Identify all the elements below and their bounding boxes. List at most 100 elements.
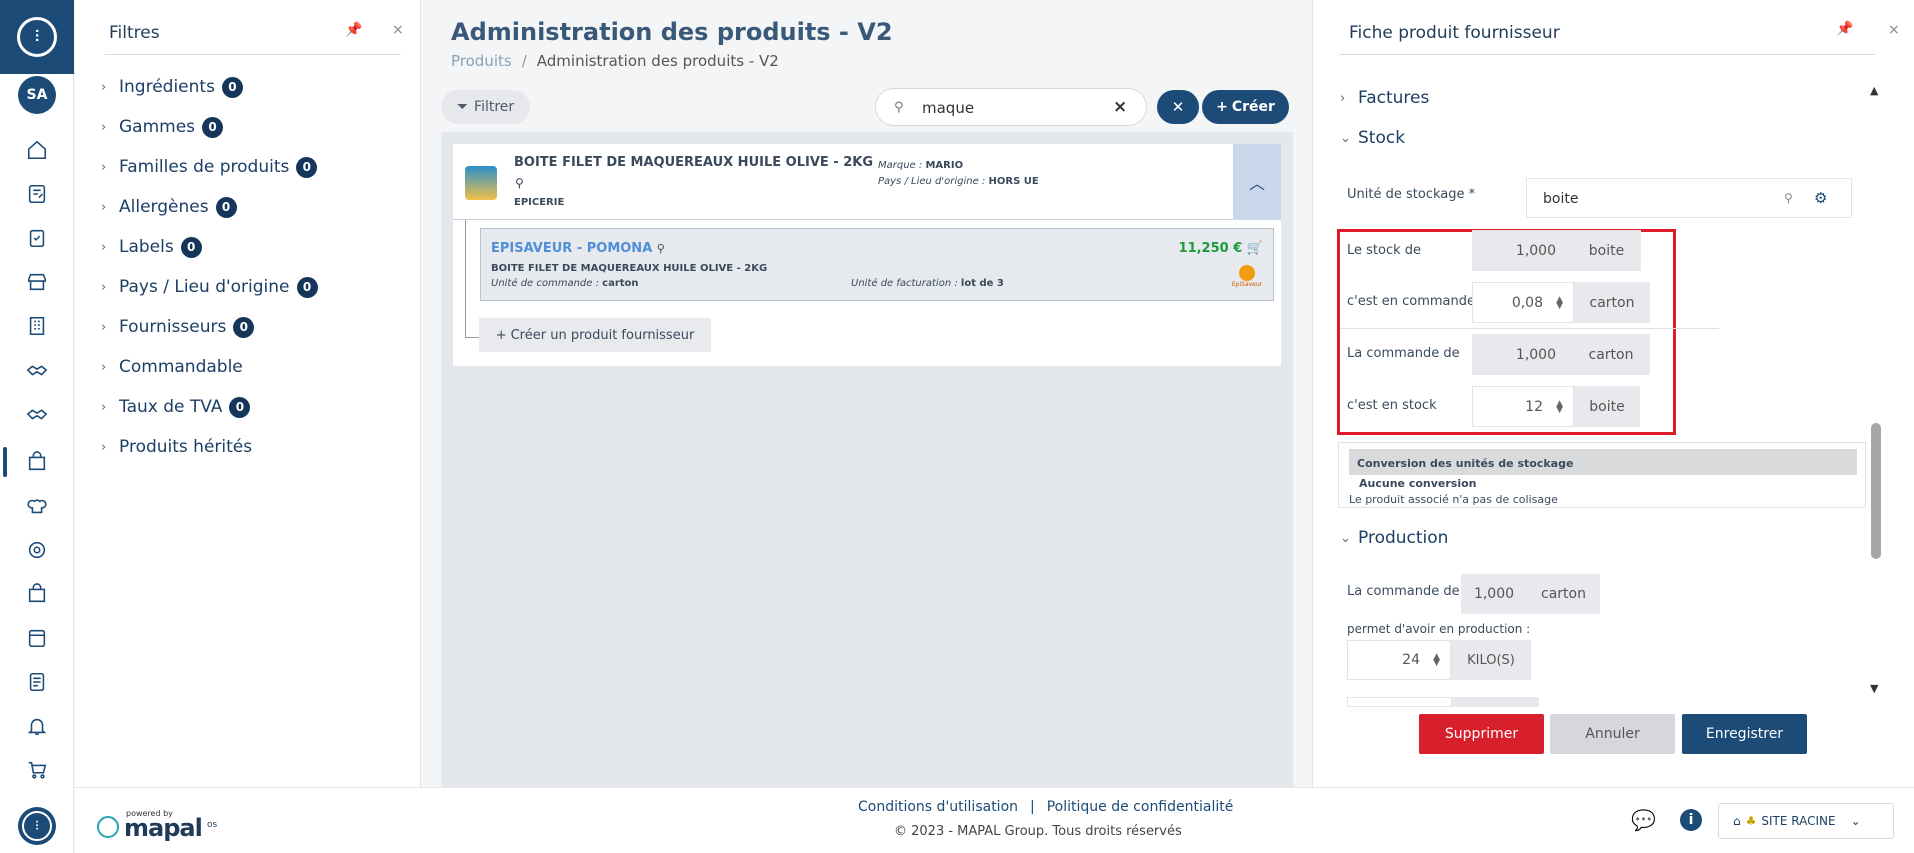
create-supplier-product-button[interactable]: + Créer un produit fournisseur	[479, 318, 711, 352]
scrollbar-thumb[interactable]	[1871, 423, 1881, 559]
filter-item-gammes[interactable]: › Gammes 0	[101, 113, 224, 141]
clipboard-check-icon[interactable]	[23, 224, 51, 252]
bell-icon[interactable]	[23, 712, 51, 740]
close-icon[interactable]: ×	[1888, 22, 1900, 38]
conversion-none: Aucune conversion	[1359, 477, 1477, 490]
filter-item-origin[interactable]: › Pays / Lieu d'origine 0	[101, 273, 318, 301]
footer-links: Conditions d'utilisation | Politique de co…	[858, 799, 1233, 815]
filter-item-ingredients[interactable]: › Ingrédients 0	[101, 73, 243, 101]
chat-icon[interactable]: 💬	[1631, 808, 1656, 832]
store-icon[interactable]	[23, 268, 51, 296]
storage-unit-field[interactable]: boite ⚲ ⚙	[1526, 178, 1852, 218]
delete-button[interactable]: Supprimer	[1419, 714, 1544, 754]
privacy-link[interactable]: Politique de confidentialité	[1047, 799, 1234, 815]
count-badge: 0	[233, 316, 255, 338]
filter-label: Fournisseurs	[119, 317, 227, 337]
conversion-description: Le produit associé n'a pas de colisage	[1349, 493, 1558, 506]
building-icon[interactable]	[23, 312, 51, 340]
scroll-down-arrow[interactable]: ▼	[1870, 682, 1878, 695]
filter-item-labels[interactable]: › Labels 0	[101, 233, 202, 261]
chevron-right-icon: ›	[101, 199, 107, 215]
pin-icon[interactable]: 📌	[345, 22, 362, 38]
stock-row-label: La commande de	[1347, 346, 1460, 361]
footer-separator: |	[1030, 799, 1035, 815]
section-stock[interactable]: ⌄ Stock	[1340, 128, 1405, 148]
spinner-icon[interactable]: ▲ ▼	[1556, 295, 1563, 310]
shopping-bag-icon[interactable]	[23, 448, 51, 476]
conversion-box: Conversion des unités de stockage Aucune…	[1338, 442, 1866, 508]
filter-item-orderable[interactable]: › Commandable	[101, 353, 243, 381]
report-icon[interactable]	[23, 668, 51, 696]
divider	[1340, 328, 1719, 329]
info-icon[interactable]: i	[1680, 809, 1702, 831]
breadcrumb-link-products[interactable]: Produits	[451, 52, 512, 70]
section-invoices[interactable]: › Factures	[1340, 88, 1429, 108]
filter-item-vat[interactable]: › Taux de TVA 0	[101, 393, 251, 421]
pin-icon[interactable]: 📌	[1836, 21, 1853, 37]
tree-connector	[465, 220, 466, 338]
filter-item-familles[interactable]: › Familles de produits 0	[101, 153, 318, 181]
search-input[interactable]	[922, 98, 1102, 118]
filter-item-inherited[interactable]: › Produits hérités	[101, 433, 252, 461]
scroll-up-arrow[interactable]: ▲	[1870, 84, 1878, 97]
handshake-icon[interactable]	[23, 356, 51, 384]
production-order-unit: carton	[1527, 574, 1600, 614]
notes-edit-icon[interactable]	[23, 180, 51, 208]
divider	[1339, 54, 1875, 55]
product-row[interactable]: BOITE FILET DE MAQUEREAUX HUILE OLIVE - …	[453, 144, 1281, 220]
create-button[interactable]: + Créer	[1202, 90, 1289, 124]
chevron-right-icon: ›	[101, 239, 107, 255]
chevron-down-icon: ⌄	[1850, 814, 1861, 828]
reset-button[interactable]: ✕	[1157, 90, 1199, 124]
bottom-logo[interactable]: ⫶	[18, 807, 56, 845]
breadcrumb-current: Administration des produits - V2	[536, 52, 779, 70]
app-logo[interactable]: ⫶	[0, 0, 74, 74]
supplier-logo-text: EpiSaveur	[1231, 280, 1263, 288]
terms-link[interactable]: Conditions d'utilisation	[858, 799, 1018, 815]
create-supplier-product-label: Créer un produit fournisseur	[510, 327, 695, 343]
cancel-button[interactable]: Annuler	[1550, 714, 1675, 754]
filter-item-allergenes[interactable]: › Allergènes 0	[101, 193, 237, 221]
production-order-value: 1,000	[1461, 574, 1527, 614]
user-avatar[interactable]: SA	[18, 76, 56, 114]
stock-row-label: c'est en commande	[1347, 294, 1475, 309]
filter-button[interactable]: ⏷ Filtrer	[441, 90, 530, 124]
chevron-right-icon: ›	[101, 359, 107, 375]
plus-icon: +	[495, 327, 507, 343]
stock-unit: boite	[1574, 386, 1640, 427]
collapse-button[interactable]: ︿	[1233, 144, 1281, 220]
cart-icon[interactable]	[23, 756, 51, 784]
chevron-down-icon: ⌄	[1340, 130, 1351, 146]
spinner-icon[interactable]: ▲ ▼	[1433, 653, 1440, 668]
origin-value: HORS UE	[988, 176, 1039, 187]
chevron-right-icon: ›	[101, 399, 107, 415]
filter-item-suppliers[interactable]: › Fournisseurs 0	[101, 313, 255, 341]
supplier-product-row[interactable]: EPISAVEUR - POMONA ⚲ BOITE FILET DE MAQU…	[480, 228, 1274, 301]
home-icon[interactable]	[23, 136, 51, 164]
order-value: 1,000	[1472, 334, 1572, 375]
product-brand: Marque : MARIO	[878, 160, 963, 171]
close-icon[interactable]: ×	[392, 22, 404, 38]
handshake-alt-icon[interactable]	[23, 400, 51, 428]
box-icon[interactable]	[23, 580, 51, 608]
section-production[interactable]: ⌄ Production	[1340, 528, 1448, 548]
settings-gear-icon[interactable]	[23, 536, 51, 564]
gear-icon[interactable]: ⚙	[1814, 189, 1827, 207]
in-stock-stepper[interactable]: 12 ▲ ▼	[1472, 386, 1574, 427]
site-selector[interactable]: ⌂ ♣ SITE RACINE ⌄	[1718, 803, 1894, 839]
calendar-heart-icon[interactable]	[23, 624, 51, 652]
stock-unit: carton	[1574, 282, 1650, 323]
clear-search-icon[interactable]: ×	[1113, 97, 1127, 117]
production-stepper[interactable]: 24 ▲ ▼	[1347, 640, 1451, 680]
filters-title: Filtres	[109, 23, 160, 43]
spinner-icon[interactable]: ▲ ▼	[1556, 399, 1563, 414]
in-order-stepper[interactable]: 0,08 ▲ ▼	[1472, 282, 1574, 323]
location-pin-icon: ⚲	[515, 176, 524, 190]
divider	[105, 54, 401, 55]
search-icon[interactable]: ⚲	[1784, 191, 1793, 205]
site-name: SITE RACINE	[1761, 814, 1836, 828]
chef-hat-icon[interactable]	[23, 492, 51, 520]
save-button[interactable]: Enregistrer	[1682, 714, 1807, 754]
chevron-right-icon: ›	[101, 439, 107, 455]
location-pin-icon: ⚲	[656, 242, 665, 255]
